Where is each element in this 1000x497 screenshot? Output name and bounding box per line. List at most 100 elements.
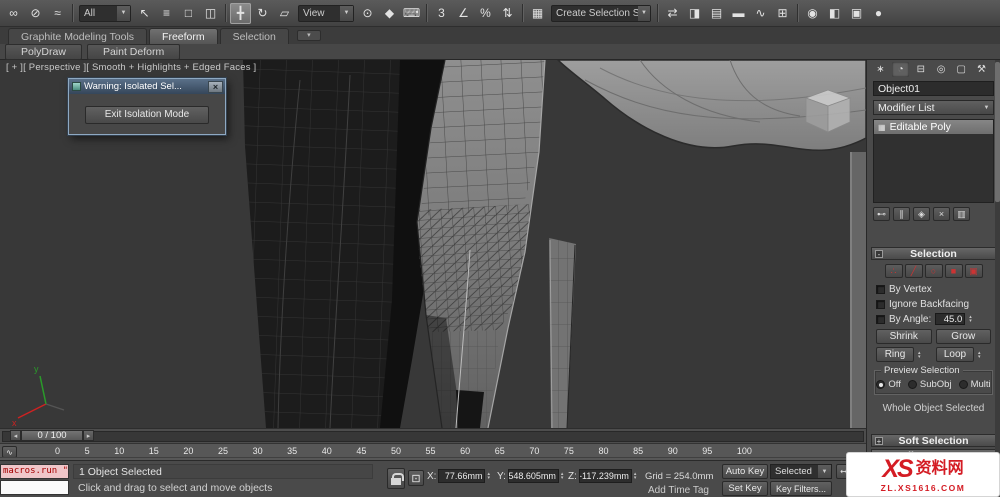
key-filters-button[interactable]: Key Filters... bbox=[770, 481, 832, 496]
time-slider-handle[interactable]: 0 / 100 bbox=[10, 430, 94, 441]
auto-key-button[interactable]: Auto Key bbox=[722, 464, 768, 479]
angle-value-field[interactable]: 45.0 bbox=[935, 313, 966, 325]
layer-manager-icon[interactable]: ▤ bbox=[706, 3, 727, 24]
exit-isolation-mode-button[interactable]: Exit Isolation Mode bbox=[85, 105, 209, 124]
make-unique-icon[interactable]: ◈ bbox=[913, 207, 930, 221]
panel-tab-modify-icon[interactable]: ◔ bbox=[892, 62, 910, 77]
ribbon-tab[interactable]: Selection bbox=[219, 28, 289, 44]
time-slider[interactable]: 0 / 100 bbox=[0, 428, 866, 443]
dialog-close-button[interactable]: × bbox=[208, 80, 223, 93]
ring-spinner[interactable] bbox=[918, 351, 926, 359]
panel-tab-display-icon[interactable]: ▢ bbox=[953, 62, 970, 77]
ribbon-panel-button[interactable]: Paint Deform bbox=[86, 43, 181, 60]
render-setup-icon[interactable]: ◧ bbox=[824, 3, 845, 24]
selection-filter-dropdown[interactable]: All bbox=[79, 4, 131, 22]
preview-radio[interactable]: Multi bbox=[958, 379, 991, 390]
panel-tab-create-icon[interactable]: ∗ bbox=[872, 62, 889, 77]
x-coordinate-field[interactable]: 77.66mm bbox=[438, 469, 486, 483]
panel-tab-hierarchy-icon[interactable]: ⊟ bbox=[912, 62, 929, 77]
use-pivot-point-center-icon[interactable]: ⊙ bbox=[357, 3, 378, 24]
preview-radio[interactable]: SubObj bbox=[907, 379, 952, 390]
schematic-view-icon[interactable]: ⊞ bbox=[772, 3, 793, 24]
window-crossing-icon[interactable]: ◫ bbox=[200, 3, 221, 24]
object-name-field[interactable]: Object01 bbox=[873, 81, 994, 96]
modifier-stack-entry[interactable]: ▦ Editable Poly bbox=[874, 120, 993, 134]
select-and-scale-icon[interactable]: ▱ bbox=[274, 3, 295, 24]
ribbon-minimize-button[interactable] bbox=[296, 30, 321, 41]
keyboard-shortcut-override-icon[interactable]: ⌨ bbox=[401, 3, 422, 24]
rollout-header[interactable]: + Soft Selection bbox=[871, 434, 996, 447]
snaps-toggle-icon[interactable]: 3 bbox=[431, 3, 452, 24]
key-set-dropdown[interactable]: Selected bbox=[770, 464, 832, 479]
selection-rollout-header[interactable]: - Selection bbox=[871, 247, 996, 260]
select-and-move-icon[interactable]: ╋ bbox=[230, 2, 251, 24]
edit-named-selection-sets-icon[interactable]: ▦ bbox=[527, 3, 548, 24]
grow-button[interactable]: Grow bbox=[935, 329, 991, 344]
panel-tab-motion-icon[interactable]: ◎ bbox=[933, 62, 950, 77]
border-mode-icon[interactable]: ○ bbox=[924, 264, 943, 278]
shrink-button[interactable]: Shrink bbox=[876, 329, 932, 344]
ribbon-panel-button[interactable]: PolyDraw bbox=[5, 43, 82, 60]
unlink-selection-icon[interactable]: ⊘ bbox=[25, 3, 46, 24]
curve-editor-icon[interactable]: ∿ bbox=[750, 3, 771, 24]
loop-spinner[interactable] bbox=[978, 351, 986, 359]
polygon-mode-icon[interactable]: ■ bbox=[944, 264, 963, 278]
perspective-viewport[interactable]: x y [ + ][ Perspective ][ Smooth + Highl… bbox=[0, 60, 866, 428]
angle-snap-icon[interactable]: ∠ bbox=[453, 3, 474, 24]
reference-coordinate-dropdown[interactable]: View bbox=[298, 4, 354, 22]
mirror-icon[interactable]: ⇄ bbox=[662, 3, 683, 24]
configure-modifier-sets-icon[interactable]: ▥ bbox=[953, 207, 970, 221]
x-spinner[interactable] bbox=[487, 472, 495, 480]
prev-frame-arrow-icon[interactable] bbox=[10, 430, 21, 441]
time-slider-track[interactable] bbox=[2, 431, 864, 442]
add-time-tag-button[interactable]: Add Time Tag bbox=[648, 485, 709, 496]
preview-radio[interactable]: Off bbox=[876, 379, 901, 390]
align-icon[interactable]: ◨ bbox=[684, 3, 705, 24]
select-by-name-icon[interactable]: ≡ bbox=[156, 3, 177, 24]
ribbon-tab[interactable]: Freeform bbox=[149, 28, 218, 44]
material-editor-icon[interactable]: ◉ bbox=[802, 3, 823, 24]
maxscript-listener-input[interactable] bbox=[0, 480, 69, 495]
current-frame-label[interactable]: 0 / 100 bbox=[21, 430, 83, 441]
modifier-stack[interactable]: ▦ Editable Poly bbox=[873, 119, 994, 203]
panel-tab-utilities-icon[interactable]: ⚒ bbox=[973, 62, 990, 77]
next-frame-arrow-icon[interactable] bbox=[83, 430, 94, 441]
vertex-mode-icon[interactable]: ∴ bbox=[884, 264, 903, 278]
edge-mode-icon[interactable]: ╱ bbox=[904, 264, 923, 278]
viewport-label[interactable]: [ + ][ Perspective ][ Smooth + Highlight… bbox=[6, 62, 256, 73]
named-selection-set-dropdown[interactable]: Create Selection Se bbox=[551, 4, 651, 22]
ignore-backfacing-checkbox[interactable]: Ignore Backfacing bbox=[867, 297, 1000, 311]
panel-scrollbar[interactable] bbox=[995, 60, 1000, 460]
render-production-icon[interactable]: ● bbox=[868, 3, 889, 24]
angle-spinner[interactable] bbox=[969, 315, 977, 323]
select-and-rotate-icon[interactable]: ↻ bbox=[252, 3, 273, 24]
z-coordinate-field[interactable]: -117.239mm bbox=[578, 469, 632, 483]
set-key-button[interactable]: Set Key bbox=[722, 481, 768, 496]
by-angle-checkbox[interactable]: By Angle: 45.0 bbox=[867, 312, 1000, 326]
bind-to-space-warp-icon[interactable]: ≈ bbox=[47, 3, 68, 24]
select-and-manipulate-icon[interactable]: ◆ bbox=[379, 3, 400, 24]
maxscript-mini-listener[interactable]: macros.run "Ed bbox=[0, 464, 69, 479]
modifier-list-dropdown[interactable]: Modifier List bbox=[873, 100, 994, 115]
select-object-icon[interactable]: ↖ bbox=[134, 3, 155, 24]
element-mode-icon[interactable]: ▣ bbox=[964, 264, 983, 278]
scrollbar-thumb[interactable] bbox=[995, 62, 1000, 202]
loop-button[interactable]: Loop bbox=[936, 347, 974, 362]
by-vertex-checkbox[interactable]: By Vertex bbox=[867, 282, 1000, 296]
selection-lock-toggle[interactable] bbox=[387, 468, 405, 489]
percent-snap-icon[interactable]: % bbox=[475, 3, 496, 24]
dialog-title-bar[interactable]: Warning: Isolated Sel... × bbox=[69, 79, 225, 94]
spinner-snap-icon[interactable]: ⇅ bbox=[497, 3, 518, 24]
remove-modifier-icon[interactable]: × bbox=[933, 207, 950, 221]
absolute-mode-toggle[interactable]: ⊡ bbox=[408, 470, 424, 486]
ribbon-tab[interactable]: Graphite Modeling Tools bbox=[8, 28, 148, 44]
z-spinner[interactable] bbox=[634, 472, 642, 480]
rendered-frame-window-icon[interactable]: ▣ bbox=[846, 3, 867, 24]
track-bar[interactable]: ∿ 0 5 10 15 20 25 30 35 40 45 50 55 60 65 70 75 80 85 90 95… bbox=[0, 443, 866, 460]
ring-button[interactable]: Ring bbox=[876, 347, 914, 362]
select-and-link-icon[interactable]: ∞ bbox=[3, 3, 24, 24]
y-coordinate-field[interactable]: 548.605mm bbox=[507, 469, 559, 483]
pin-stack-icon[interactable]: ⊷ bbox=[873, 207, 890, 221]
show-end-result-icon[interactable]: ∥ bbox=[893, 207, 910, 221]
graphite-ribbon-toggle-icon[interactable]: ▬ bbox=[728, 3, 749, 24]
